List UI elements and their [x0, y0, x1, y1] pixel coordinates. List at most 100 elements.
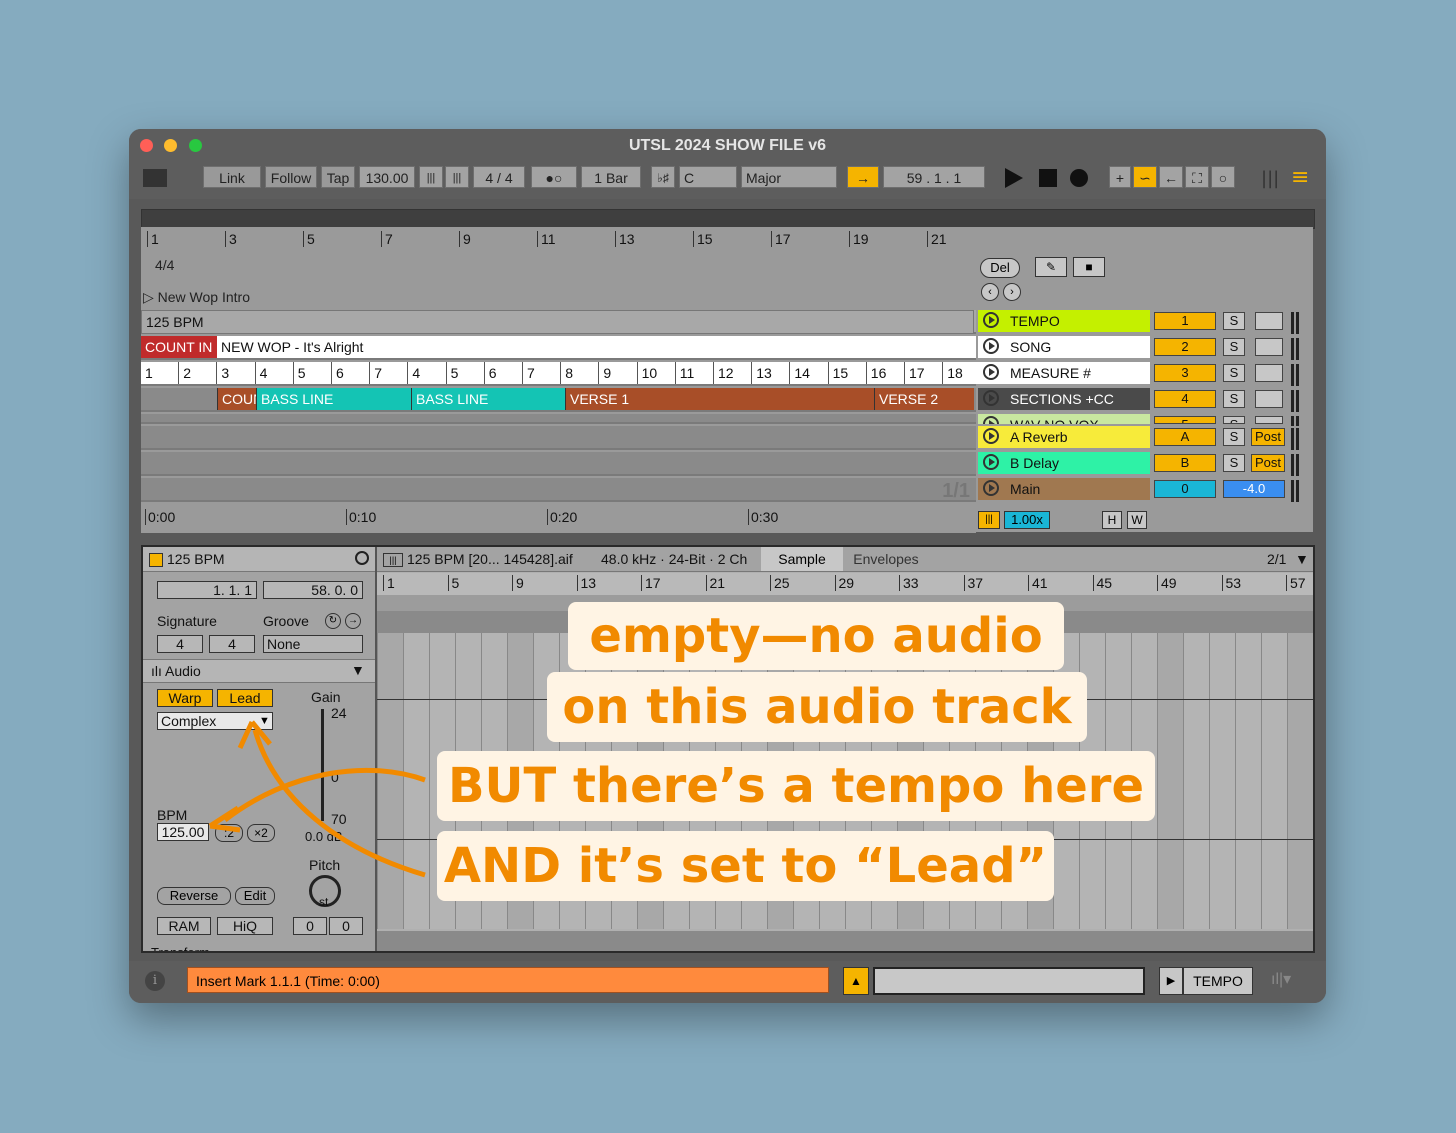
follow-button[interactable]: Follow — [265, 166, 317, 188]
measure-cell[interactable]: 10 — [637, 362, 676, 384]
solo-button[interactable]: S — [1223, 364, 1245, 382]
tab-sample[interactable]: Sample — [761, 547, 843, 571]
groove-commit-icon[interactable]: → — [345, 613, 361, 629]
tempo-field[interactable]: 130.00 — [359, 166, 415, 188]
monitor-icon[interactable] — [1255, 390, 1283, 408]
measure-cell[interactable]: 5 — [293, 362, 332, 384]
track-number-button[interactable]: 0 — [1154, 480, 1216, 498]
solo-button[interactable]: S — [1223, 454, 1245, 472]
lead-button[interactable]: Lead — [217, 689, 273, 707]
play-icon[interactable] — [1005, 168, 1023, 188]
clip-color-swatch[interactable] — [149, 553, 163, 567]
stop-icon[interactable] — [1039, 169, 1057, 187]
follow-arrow-icon[interactable]: → — [847, 166, 879, 188]
measure-cell[interactable]: 3 — [217, 362, 256, 384]
key-icon[interactable]: ♭♯ — [651, 166, 675, 188]
track-play-icon[interactable] — [983, 338, 999, 354]
warp-button[interactable]: Warp — [157, 689, 213, 707]
cpu-overview-strip[interactable] — [873, 967, 1145, 995]
hiq-button[interactable]: HiQ — [217, 917, 273, 935]
arrangement-overview[interactable] — [141, 209, 1315, 229]
clip-name[interactable]: 125 BPM — [167, 551, 225, 567]
track-play-icon[interactable] — [983, 416, 999, 424]
back-to-arrangement-icon[interactable]: ← — [1159, 166, 1183, 188]
measure-cell[interactable]: 15 — [828, 362, 867, 384]
link-button[interactable]: Link — [203, 166, 261, 188]
bar-ruler[interactable]: 1 3 5 7 9 11 13 15 17 19 21 4/4 ▷ New Wop Intro — [141, 229, 976, 309]
delete-button[interactable]: Del — [980, 258, 1020, 278]
count-in-clip[interactable]: COUNT IN — [141, 336, 217, 358]
track-number-button[interactable]: 1 — [1154, 312, 1216, 330]
tempo-lane[interactable]: 125 BPM — [141, 310, 976, 334]
sections-lane[interactable]: COUNBASS LINEBASS LINEVERSE 1VERSE 2 — [141, 388, 976, 412]
measure-cell[interactable]: 7 — [370, 362, 409, 384]
track-play-icon[interactable] — [983, 480, 999, 496]
monitor-icon[interactable] — [1255, 312, 1283, 330]
nudge-up-icon[interactable]: ||| — [445, 166, 469, 188]
record-icon[interactable] — [1070, 169, 1088, 187]
punch-icon[interactable]: ○ — [1211, 166, 1235, 188]
view-toggle-icon[interactable] — [143, 169, 167, 187]
key-select[interactable]: C — [679, 166, 737, 188]
ram-button[interactable]: RAM — [157, 917, 211, 935]
info-icon[interactable]: i — [145, 971, 165, 991]
quantization-select[interactable]: 1 Bar — [581, 166, 641, 188]
groove-hot-swap-icon[interactable]: ↻ — [325, 613, 341, 629]
track-header[interactable]: SECTIONS +CC — [978, 388, 1150, 410]
measure-cell[interactable]: 7 — [523, 362, 562, 384]
track-number-button[interactable]: A — [1154, 428, 1216, 446]
clip-start-field[interactable]: 1. 1. 1 — [157, 581, 257, 599]
show-track-icon[interactable]: ▶ — [1159, 967, 1183, 995]
track-header[interactable]: WAV NO VOX — [978, 414, 1150, 424]
draw-mode-icon[interactable]: ✎ — [1035, 257, 1067, 277]
automation-arm-icon[interactable]: ∽ — [1133, 166, 1157, 188]
measure-cell[interactable]: 13 — [752, 362, 791, 384]
track-play-icon[interactable] — [983, 312, 999, 328]
bpm-field[interactable]: 125.00 — [157, 823, 209, 841]
track-header[interactable]: TEMPO — [978, 310, 1150, 332]
track-header[interactable]: SONG — [978, 336, 1150, 358]
metronome-button[interactable]: ●○ — [531, 166, 577, 188]
transpose-st-field[interactable]: 0 — [293, 917, 327, 935]
waveform-icon[interactable]: ||| — [978, 511, 1000, 529]
track-play-icon[interactable] — [983, 364, 999, 380]
track-header[interactable]: B Delay — [978, 452, 1150, 474]
double-tempo-button[interactable]: ×2 — [247, 824, 275, 842]
tab-envelopes[interactable]: Envelopes — [845, 547, 927, 571]
measure-cell[interactable]: 12 — [714, 362, 753, 384]
loop-icon[interactable]: ⛶ — [1185, 166, 1209, 188]
zoom-field[interactable]: 1.00x — [1004, 511, 1050, 529]
measure-cell[interactable]: 14 — [790, 362, 829, 384]
nudge-down-icon[interactable]: ||| — [419, 166, 443, 188]
solo-button[interactable]: S — [1223, 428, 1245, 446]
song-name-clip[interactable]: NEW WOP - It's Alright — [217, 336, 973, 358]
clip-end-field[interactable]: 58. 0. 0 — [263, 581, 363, 599]
transform-section-label[interactable]: Transform — [151, 945, 210, 951]
next-locator-icon[interactable]: › — [1003, 283, 1021, 301]
solo-button[interactable]: S — [1223, 390, 1245, 408]
monitor-icon[interactable] — [1255, 364, 1283, 382]
tempo-clip[interactable]: 125 BPM — [141, 310, 974, 334]
track-header[interactable]: MEASURE # — [978, 362, 1150, 384]
post-button[interactable]: Post — [1251, 454, 1285, 472]
time-ruler[interactable]: 0:00 0:10 0:20 0:30 — [141, 505, 976, 533]
sample-scrollbar[interactable] — [377, 931, 1313, 951]
warp-mode-select[interactable]: Complex — [157, 712, 273, 730]
arrangement-position-field[interactable]: 59 . 1 . 1 — [883, 166, 985, 188]
clip-sig-denominator[interactable]: 4 — [209, 635, 255, 653]
save-clip-icon[interactable] — [355, 551, 369, 565]
track-number-button[interactable]: 5 — [1154, 416, 1216, 424]
section-clip[interactable]: BASS LINE — [256, 388, 411, 410]
measure-cell[interactable]: 1 — [141, 362, 180, 384]
post-button[interactable]: Post — [1251, 428, 1285, 446]
locator-new-wop-intro[interactable]: ▷ New Wop Intro — [143, 289, 250, 306]
reverse-button[interactable]: Reverse — [157, 887, 231, 905]
track-number-button[interactable]: 3 — [1154, 364, 1216, 382]
track-number-button[interactable]: 4 — [1154, 390, 1216, 408]
reverb-lane[interactable] — [141, 426, 976, 450]
track-play-icon[interactable] — [983, 454, 999, 470]
collapse-icon[interactable]: ▼ — [351, 662, 365, 678]
groove-select[interactable]: None — [263, 635, 363, 653]
measure-cell[interactable]: 18 — [943, 362, 982, 384]
tap-button[interactable]: Tap — [321, 166, 355, 188]
